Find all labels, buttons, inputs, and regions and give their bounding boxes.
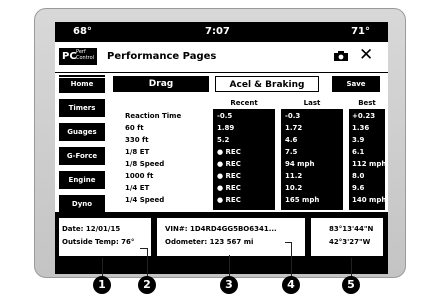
callout-line-3 (229, 255, 230, 278)
page-title: Performance Pages (107, 51, 217, 62)
cell-recent: -0.5 (217, 112, 233, 120)
cell-last: 7.5 (285, 148, 298, 156)
logo-mark: PC (62, 51, 77, 62)
cell-best: +0.23 (352, 112, 376, 120)
cell-recent: ● REC (217, 172, 241, 180)
cell-best: 9.6 (352, 184, 365, 192)
sidebar-nav: Home Timers Guages G-Force Engine Dyno (59, 75, 105, 215)
row-label: 1/4 Speed (125, 196, 165, 204)
odometer-text: Odometer: 123 567 mi (165, 238, 254, 246)
sidebar-item-guages[interactable]: Guages (59, 123, 105, 141)
cell-last: -0.3 (285, 112, 301, 120)
outside-temp-text: Outside Temp: 76° (62, 238, 135, 246)
gps-box: 83°13'44"N 42°3'27"W (311, 218, 383, 256)
passenger-temp[interactable]: 71° (351, 26, 370, 37)
row-label: 1000 ft (125, 172, 154, 180)
close-icon[interactable]: ✕ (359, 45, 373, 65)
cell-best: 6.1 (352, 148, 365, 156)
cell-recent: ● REC (217, 160, 241, 168)
cell-last: 1.72 (285, 124, 303, 132)
column-header-last: Last (281, 99, 343, 110)
callout-line-5 (351, 258, 352, 278)
callout-2: 2 (138, 276, 156, 294)
callout-5: 5 (342, 276, 360, 294)
cell-last: 11.2 (285, 172, 303, 180)
cell-recent: 5.2 (217, 136, 230, 144)
row-label: 1/4 ET (125, 184, 150, 192)
callout-line-4-h (285, 242, 292, 243)
cell-best: 8.0 (352, 172, 365, 180)
callout-1: 1 (93, 276, 111, 294)
clock: 7:07 (205, 26, 230, 37)
row-label: 330 ft (125, 136, 149, 144)
cell-recent: ● REC (217, 196, 241, 204)
cell-best: 140 mph (352, 196, 387, 204)
performance-panel: PC Perf Control Performance Pages ✕ Home … (55, 42, 388, 215)
cell-best: 1.36 (352, 124, 370, 132)
perf-control-logo: PC Perf Control (59, 48, 97, 65)
column-header-recent: Recent (213, 99, 275, 110)
status-bar: 68° 7:07 71° (55, 22, 388, 42)
driver-temp[interactable]: 68° (73, 26, 92, 37)
save-button[interactable]: Save (332, 76, 380, 92)
longitude-text: 42°3'27"W (329, 238, 371, 246)
vin-text: VIN#: 1D4RD4GG5BO6341... (165, 225, 277, 233)
cell-best: 3.9 (352, 136, 365, 144)
cell-last: 10.2 (285, 184, 303, 192)
row-label: 1/8 Speed (125, 160, 165, 168)
info-footer: Date: 12/01/15 Outside Temp: 76° VIN#: 1… (55, 212, 388, 274)
date-temp-box: Date: 12/01/15 Outside Temp: 76° (59, 218, 151, 256)
vehicle-info-box: VIN#: 1D4RD4GG5BO6341... Odometer: 123 5… (157, 218, 305, 256)
date-text: Date: 12/01/15 (62, 225, 121, 233)
cell-last: 94 mph (285, 160, 315, 168)
cell-last: 165 mph (285, 196, 320, 204)
sidebar-item-engine[interactable]: Engine (59, 171, 105, 189)
row-label: Reaction Time (125, 112, 182, 120)
cell-recent: ● REC (217, 184, 241, 192)
callout-line-1 (102, 258, 103, 278)
title-bar: PC Perf Control Performance Pages ✕ (55, 42, 388, 73)
latitude-text: 83°13'44"N (329, 225, 374, 233)
cell-best: 112 mph (352, 160, 387, 168)
callout-3: 3 (220, 276, 238, 294)
uconnect-screen: 68° 7:07 71° PC Perf Control Performance … (55, 22, 388, 274)
sidebar-item-g-force[interactable]: G-Force (59, 147, 105, 165)
row-label: 1/8 ET (125, 148, 150, 156)
callout-line-2-h (140, 248, 148, 249)
tab-accel-braking[interactable]: Acel & Braking (215, 76, 319, 92)
cell-recent: 1.89 (217, 124, 235, 132)
tab-drag[interactable]: Drag (113, 76, 209, 92)
cell-recent: ● REC (217, 148, 241, 156)
callout-line-2 (147, 248, 148, 278)
camera-icon[interactable] (334, 51, 348, 61)
logo-subtext: Perf Control (76, 49, 95, 61)
sidebar-item-timers[interactable]: Timers (59, 99, 105, 117)
sidebar-item-home[interactable]: Home (59, 75, 105, 93)
sidebar-item-dyno[interactable]: Dyno (59, 195, 105, 213)
callout-line-4 (291, 242, 292, 278)
column-header-best: Best (349, 99, 385, 110)
cell-last: 4.6 (285, 136, 298, 144)
row-label: 60 ft (125, 124, 144, 132)
callout-4: 4 (282, 276, 300, 294)
